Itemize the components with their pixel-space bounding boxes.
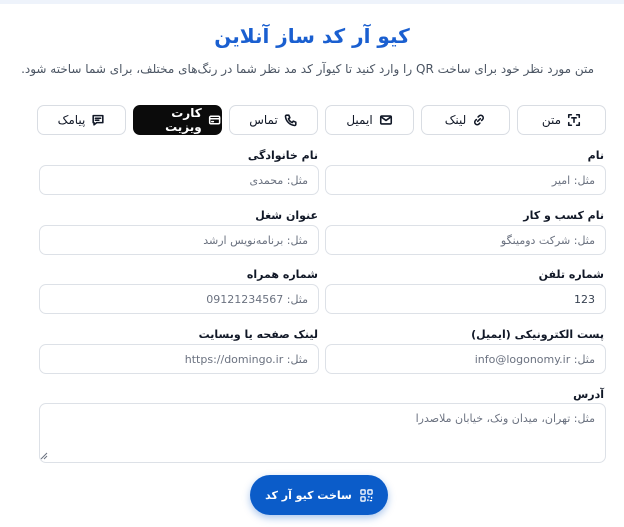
- email-field[interactable]: مثل: info@logonomy.ir: [325, 344, 606, 374]
- mail-icon: [379, 115, 392, 125]
- resize-grip-icon[interactable]: [40, 452, 48, 460]
- tab-sms-label: پیامک: [57, 113, 86, 127]
- job-title-field[interactable]: مثل: برنامه‌نویس ارشد: [39, 225, 319, 255]
- tab-text[interactable]: متن: [517, 105, 606, 135]
- tab-link-label: لینک: [444, 113, 467, 127]
- tab-text-label: متن: [541, 113, 562, 127]
- generate-qr-button[interactable]: ساخت کیو آر کد: [250, 475, 388, 515]
- tab-sms[interactable]: پیامک: [37, 105, 126, 135]
- mobile-field[interactable]: مثل: 09121234567: [39, 284, 319, 314]
- message-icon: [92, 114, 105, 126]
- tab-email-label: ایمیل: [346, 113, 373, 127]
- address-textarea[interactable]: مثل: تهران، میدان ونک، خیابان ملاصدرا: [39, 403, 606, 463]
- website-field[interactable]: مثل: https://domingo.ir: [39, 344, 319, 374]
- generate-qr-label: ساخت کیو آر کد: [265, 488, 352, 502]
- tab-call-label: تماس: [249, 113, 278, 127]
- card-icon: [208, 115, 221, 125]
- job-title-label: عنوان شغل: [255, 209, 318, 222]
- qr-code-icon: [360, 488, 373, 502]
- tab-call[interactable]: تماس: [229, 105, 318, 135]
- page-title: کیو آر کد ساز آنلاین: [214, 24, 410, 48]
- phone-field[interactable]: 123: [325, 284, 606, 314]
- first-name-label: نام: [587, 149, 604, 162]
- link-icon: [474, 114, 485, 126]
- top-strip: [0, 0, 624, 4]
- page-subtitle: متن مورد نظر خود برای ساخت QR را وارد کن…: [21, 62, 594, 76]
- tab-business-card-label: کارت ویزیت: [165, 106, 202, 134]
- company-label: نام کسب و کار: [523, 209, 604, 222]
- address-label: آدرس: [573, 388, 604, 401]
- tab-business-card[interactable]: کارت ویزیت: [133, 105, 222, 135]
- website-label: لینک صفحه یا وبسایت: [198, 328, 318, 341]
- mobile-label: شماره همراه: [246, 268, 318, 281]
- email-label: پست الکترونیکی (ایمیل): [471, 328, 604, 341]
- tab-email[interactable]: ایمیل: [325, 105, 414, 135]
- phone-label: شماره تلفن: [538, 268, 604, 281]
- qr-type-tabs: متن لینک ایمیل تماس کارت ویزیت پیامک: [33, 105, 606, 135]
- first-name-field[interactable]: مثل: امیر: [325, 165, 606, 195]
- last-name-field[interactable]: مثل: محمدی: [39, 165, 319, 195]
- last-name-label: نام خانوادگی: [247, 149, 318, 162]
- company-field[interactable]: مثل: شرکت دومینگو: [325, 225, 606, 255]
- text-scan-icon: [568, 113, 581, 127]
- tab-link[interactable]: لینک: [421, 105, 510, 135]
- phone-icon: [284, 114, 297, 127]
